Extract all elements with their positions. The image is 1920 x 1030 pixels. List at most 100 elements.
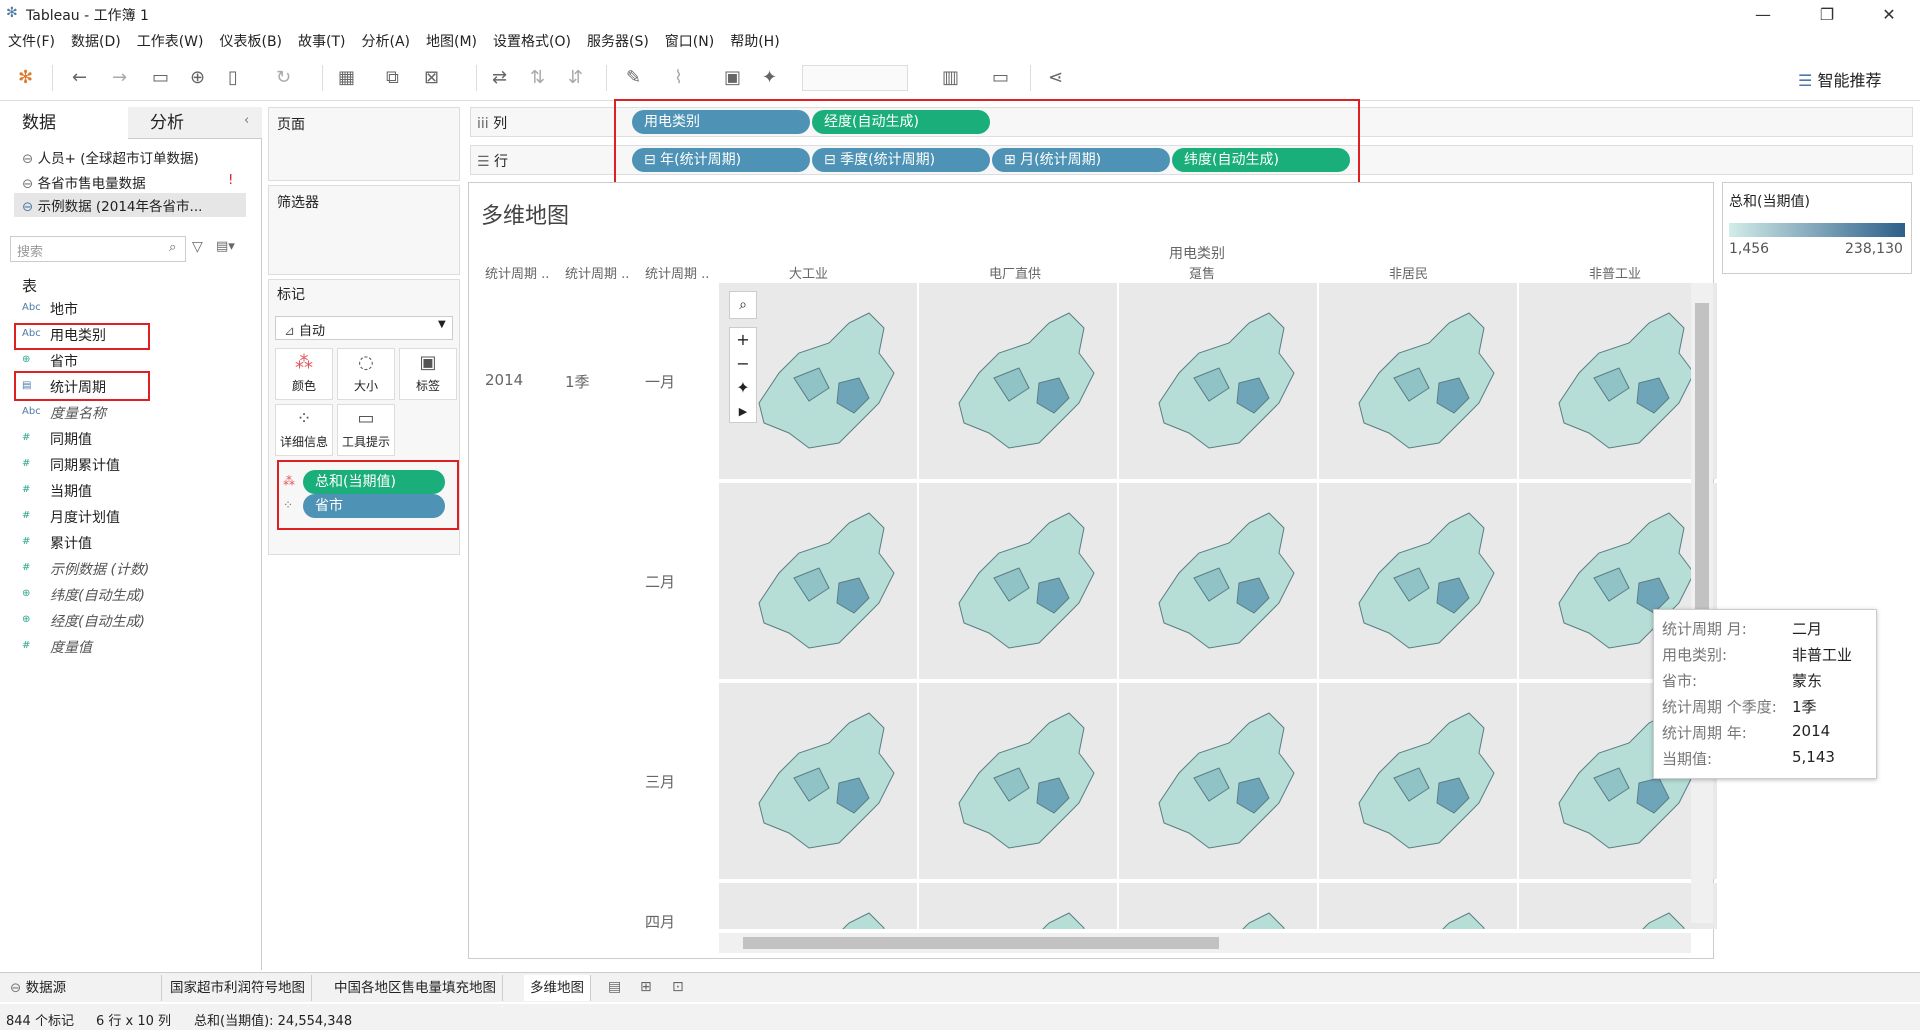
menu-format[interactable]: 设置格式(O): [485, 29, 579, 51]
zoom-out-button[interactable]: −: [730, 352, 756, 376]
map-cell[interactable]: [1519, 283, 1717, 479]
show-me-button[interactable]: ☰ 智能推荐: [1798, 67, 1881, 91]
category-header[interactable]: 电厂直供: [989, 263, 1041, 282]
zoom-in-button[interactable]: +: [730, 328, 756, 352]
category-header[interactable]: 非普工业: [1589, 263, 1641, 282]
map-cell[interactable]: [1119, 883, 1317, 929]
menu-data[interactable]: 数据(D): [63, 29, 129, 51]
pages-card[interactable]: 页面: [268, 107, 460, 181]
horizontal-scrollbar[interactable]: [719, 933, 1691, 953]
fit-dropdown[interactable]: [802, 65, 908, 91]
map-cell[interactable]: [1319, 483, 1517, 679]
tableau-home-icon[interactable]: ✻: [18, 67, 33, 88]
swap-icon[interactable]: ⇄: [492, 67, 507, 88]
restore-button[interactable]: ❐: [1804, 2, 1850, 28]
new-worksheet-icon[interactable]: ▤: [608, 979, 621, 995]
new-datasource-icon[interactable]: ⊕: [190, 67, 205, 88]
field-item[interactable]: 经度(自动生成): [50, 611, 145, 631]
map-cell[interactable]: [1119, 283, 1317, 479]
map-cell[interactable]: [719, 683, 917, 879]
field-item[interactable]: 累计值: [50, 533, 92, 553]
group-icon[interactable]: ⌇: [674, 67, 683, 88]
redo-icon[interactable]: →: [112, 67, 127, 88]
tooltip-button[interactable]: ▭ 工具提示: [337, 404, 395, 456]
expand-toolbar-icon[interactable]: ▶: [730, 400, 756, 424]
minimize-button[interactable]: —: [1740, 2, 1786, 28]
new-dashboard-icon[interactable]: ⊞: [640, 979, 652, 995]
field-item[interactable]: 月度计划值: [50, 507, 120, 527]
tab-data[interactable]: 数据: [0, 107, 128, 139]
pin-icon[interactable]: ✦: [762, 67, 777, 88]
map-cell[interactable]: [919, 283, 1117, 479]
filter-icon[interactable]: ▽: [192, 239, 203, 255]
label-icon[interactable]: ▣: [724, 67, 741, 88]
map-cell[interactable]: [1319, 283, 1517, 479]
field-item[interactable]: 同期累计值: [50, 455, 120, 475]
category-header[interactable]: 非居民: [1389, 263, 1428, 282]
row-header-quarter[interactable]: 统计周期 ..: [565, 263, 629, 282]
map-cell[interactable]: [1119, 683, 1317, 879]
menu-story[interactable]: 故事(T): [290, 29, 353, 51]
view-options-icon[interactable]: ▤▾: [216, 239, 235, 254]
datasource-item-selected[interactable]: ⊖ 示例数据 (2014年各省市...: [14, 193, 246, 217]
share-icon[interactable]: ⋖: [1048, 67, 1063, 88]
sheet-tab[interactable]: 中国各地区售电量填充地图: [328, 975, 503, 1001]
menu-file[interactable]: 文件(F): [0, 29, 63, 51]
tab-analysis[interactable]: 分析: [128, 107, 262, 139]
field-item[interactable]: 同期值: [50, 429, 92, 449]
field-item[interactable]: 度量值: [50, 637, 92, 657]
sort-desc-icon[interactable]: ⇵: [568, 67, 583, 88]
field-item[interactable]: 纬度(自动生成): [50, 585, 145, 605]
field-item[interactable]: 省市: [50, 351, 78, 371]
new-story-icon[interactable]: ⊡: [672, 979, 684, 995]
detail-button[interactable]: ⁘ 详细信息: [275, 404, 333, 456]
pause-update-icon[interactable]: ▯: [228, 67, 238, 88]
menu-help[interactable]: 帮助(H): [722, 29, 787, 51]
datasource-item[interactable]: ⊖ 人员+ (全球超市订单数据): [22, 147, 199, 167]
field-item[interactable]: 当期值: [50, 481, 92, 501]
field-item[interactable]: 示例数据 (计数): [50, 559, 149, 579]
sheet-tab[interactable]: 国家超市利润符号地图: [164, 975, 312, 1001]
field-item[interactable]: 地市: [50, 299, 78, 319]
row-header-month[interactable]: 统计周期 ..: [645, 263, 709, 282]
datasource-item[interactable]: ⊖ 各省市售电量数据!: [22, 172, 233, 192]
menu-window[interactable]: 窗口(N): [657, 29, 722, 51]
search-input[interactable]: 搜索: [17, 241, 43, 260]
collapse-icon[interactable]: ‹: [244, 113, 249, 128]
presentation-icon[interactable]: ▭: [992, 67, 1009, 88]
color-button[interactable]: ⁂ 颜色: [275, 348, 333, 400]
refresh-icon[interactable]: ↻: [276, 67, 291, 88]
color-legend[interactable]: 总和(当期值) 1,456 238,130: [1722, 182, 1912, 274]
map-cell[interactable]: [1319, 683, 1517, 879]
menu-analysis[interactable]: 分析(A): [354, 29, 419, 51]
filters-card[interactable]: 筛选器: [268, 185, 460, 275]
map-cell[interactable]: [1319, 883, 1517, 929]
row-header-year[interactable]: 统计周期 ..: [485, 263, 549, 282]
map-search-icon[interactable]: ⌕: [729, 291, 757, 319]
map-cell[interactable]: [719, 483, 917, 679]
menu-worksheet[interactable]: 工作表(W): [129, 29, 212, 51]
show-cards-icon[interactable]: ▥: [942, 67, 959, 88]
search-field[interactable]: 搜索 ⌕: [10, 236, 186, 262]
map-cell[interactable]: [919, 683, 1117, 879]
close-button[interactable]: ✕: [1866, 2, 1912, 28]
map-cell[interactable]: [1519, 883, 1717, 929]
new-sheet-icon[interactable]: ▦: [338, 67, 355, 88]
map-cell[interactable]: [919, 483, 1117, 679]
duplicate-sheet-icon[interactable]: ⧉: [386, 67, 399, 88]
sheet-tab-active[interactable]: 多维地图: [524, 975, 591, 1001]
map-cell[interactable]: [719, 883, 917, 929]
field-item[interactable]: 度量名称: [50, 403, 106, 423]
mark-type-dropdown[interactable]: ⊿ 自动 ▼: [275, 316, 453, 340]
menu-dashboard[interactable]: 仪表板(B): [211, 29, 290, 51]
highlight-icon[interactable]: ✎: [626, 67, 641, 88]
menu-map[interactable]: 地图(M): [418, 29, 485, 51]
sort-asc-icon[interactable]: ⇅: [530, 67, 545, 88]
menu-server[interactable]: 服务器(S): [579, 29, 657, 51]
undo-icon[interactable]: ←: [72, 67, 87, 88]
scroll-thumb[interactable]: [1695, 303, 1709, 643]
label-button[interactable]: ▣ 标签: [399, 348, 457, 400]
category-header[interactable]: 大工业: [789, 263, 828, 282]
save-icon[interactable]: ▭: [152, 67, 169, 88]
vertical-scrollbar[interactable]: [1691, 283, 1713, 923]
